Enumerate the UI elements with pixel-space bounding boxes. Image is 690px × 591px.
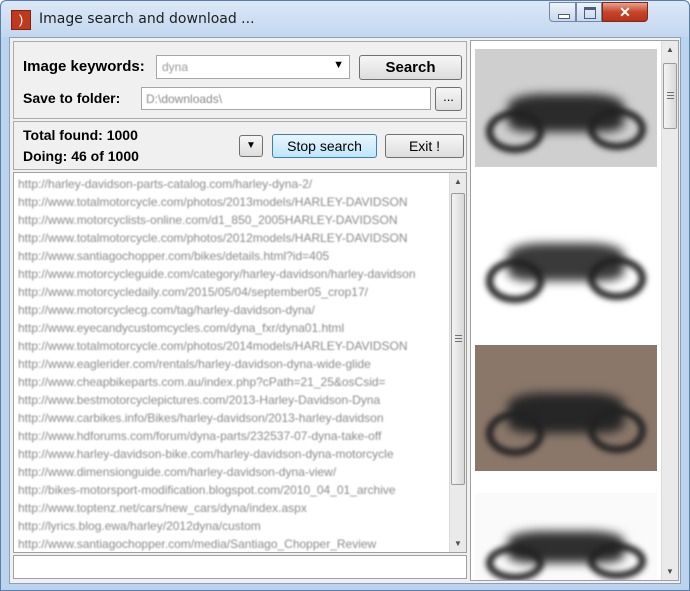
list-item[interactable]: http://www.motorcyclists-online.com/d1_8… xyxy=(18,211,448,229)
client-area: Image keywords: dyna ▼ Search Save to fo… xyxy=(9,37,681,584)
wheel-shape xyxy=(485,545,545,580)
progress-text: Doing: 46 of 1000 xyxy=(23,148,139,164)
list-item[interactable]: http://www.harley-davidson-bike.com/harl… xyxy=(18,445,448,463)
image-preview-panel[interactable]: ▲ ▼ xyxy=(470,40,679,581)
wheel-shape xyxy=(485,410,545,456)
wheel-shape xyxy=(485,259,545,303)
minimize-button[interactable] xyxy=(549,2,576,22)
chevron-down-icon: ▼ xyxy=(246,140,256,151)
exit-button[interactable]: Exit ! xyxy=(385,134,464,158)
window-title: Image search and download ... xyxy=(39,11,255,27)
list-item[interactable]: http://www.santiagochopper.com/bikes/det… xyxy=(18,247,448,265)
browse-button[interactable]: ... xyxy=(435,87,462,111)
thumbnail-motorcycle-1[interactable] xyxy=(475,49,657,167)
status-group: Total found: 1000 Doing: 46 of 1000 ▼ St… xyxy=(13,121,467,170)
status-field[interactable] xyxy=(13,555,467,579)
list-item[interactable]: http://www.bestmotorcyclepictures.com/20… xyxy=(18,391,448,409)
wheel-shape xyxy=(587,543,647,579)
scroll-up-icon[interactable]: ▲ xyxy=(662,41,678,58)
list-item[interactable]: http://www.totalmotorcycle.com/photos/20… xyxy=(18,337,448,355)
list-item[interactable]: http://www.dimensionguide.com/harley-dav… xyxy=(18,463,448,481)
title-bar[interactable]: ) Image search and download ... ✕ xyxy=(1,1,689,37)
url-list-scrollbar[interactable]: ▲ ▼ xyxy=(449,173,466,552)
list-item[interactable]: http://lyrics.blog.ewa/harley/2012dyna/c… xyxy=(18,517,448,535)
url-listbox[interactable]: http://harley-davidson-parts-catalog.com… xyxy=(13,172,467,553)
maximize-icon xyxy=(584,7,596,19)
list-item[interactable]: http://www.hdforums.com/forum/dyna-parts… xyxy=(18,427,448,445)
thumbnail-motorcycle-4[interactable] xyxy=(475,493,657,580)
keywords-label: Image keywords: xyxy=(23,58,145,75)
wheel-shape xyxy=(587,408,647,454)
list-item[interactable]: http://www.toptenz.net/cars/new_cars/dyn… xyxy=(18,499,448,517)
preview-scrollbar[interactable]: ▲ ▼ xyxy=(661,41,678,580)
search-group: Image keywords: dyna ▼ Search Save to fo… xyxy=(13,41,467,119)
search-button[interactable]: Search xyxy=(359,55,462,80)
list-item[interactable]: http://www.motorcyclecg.com/tag/harley-d… xyxy=(18,301,448,319)
list-item[interactable]: http://www.eaglerider.com/rentals/harley… xyxy=(18,355,448,373)
minimize-icon xyxy=(558,14,570,19)
wheel-shape xyxy=(587,257,647,301)
folder-value: D:\downloads\ xyxy=(146,92,223,106)
list-item[interactable]: http://www.cheapbikeparts.com.au/index.p… xyxy=(18,373,448,391)
list-item[interactable]: http://harley-davidson-parts-catalog.com… xyxy=(18,175,448,193)
list-item[interactable]: http://bikes-motorsport-modification.blo… xyxy=(18,481,448,499)
url-list: http://harley-davidson-parts-catalog.com… xyxy=(18,175,448,552)
chevron-down-icon[interactable]: ▼ xyxy=(333,59,344,71)
keywords-combobox[interactable]: dyna ▼ xyxy=(156,55,350,79)
scroll-thumb[interactable] xyxy=(451,193,465,485)
folder-label: Save to folder: xyxy=(23,90,121,106)
close-icon: ✕ xyxy=(619,4,631,20)
wheel-shape xyxy=(485,110,545,153)
list-item[interactable]: http://www.eyecandycustomcycles.com/dyna… xyxy=(18,319,448,337)
thumbnail-motorcycle-3[interactable] xyxy=(475,345,657,471)
stop-search-button[interactable]: Stop search xyxy=(272,134,377,158)
total-found: Total found: 1000 xyxy=(23,127,138,143)
keywords-value: dyna xyxy=(162,60,189,74)
list-item[interactable]: http://www.motorcycledaily.com/2015/05/0… xyxy=(18,283,448,301)
app-icon[interactable]: ) xyxy=(11,10,31,30)
list-item[interactable]: http://www.carbikes.info/Bikes/harley-da… xyxy=(18,409,448,427)
list-item[interactable]: http://www.santiagochopper.com/media/San… xyxy=(18,535,448,552)
scroll-down-icon[interactable]: ▼ xyxy=(662,563,678,580)
preview-scroll-thumb[interactable] xyxy=(663,63,677,129)
wheel-shape xyxy=(587,108,647,151)
maximize-button[interactable] xyxy=(576,2,602,22)
folder-field[interactable]: D:\downloads\ xyxy=(141,87,431,110)
list-item[interactable]: http://www.totalmotorcycle.com/photos/20… xyxy=(18,229,448,247)
thumbnail-motorcycle-2[interactable] xyxy=(475,197,657,317)
list-item[interactable]: http://www.totalmotorcycle.com/photos/20… xyxy=(18,193,448,211)
scroll-up-icon[interactable]: ▲ xyxy=(450,173,466,190)
options-dropdown-button[interactable]: ▼ xyxy=(239,135,263,157)
list-item[interactable]: http://www.motorcycleguide.com/category/… xyxy=(18,265,448,283)
close-button[interactable]: ✕ xyxy=(602,2,648,22)
app-window: ) Image search and download ... ✕ Image … xyxy=(0,0,690,591)
scroll-down-icon[interactable]: ▼ xyxy=(450,535,466,552)
